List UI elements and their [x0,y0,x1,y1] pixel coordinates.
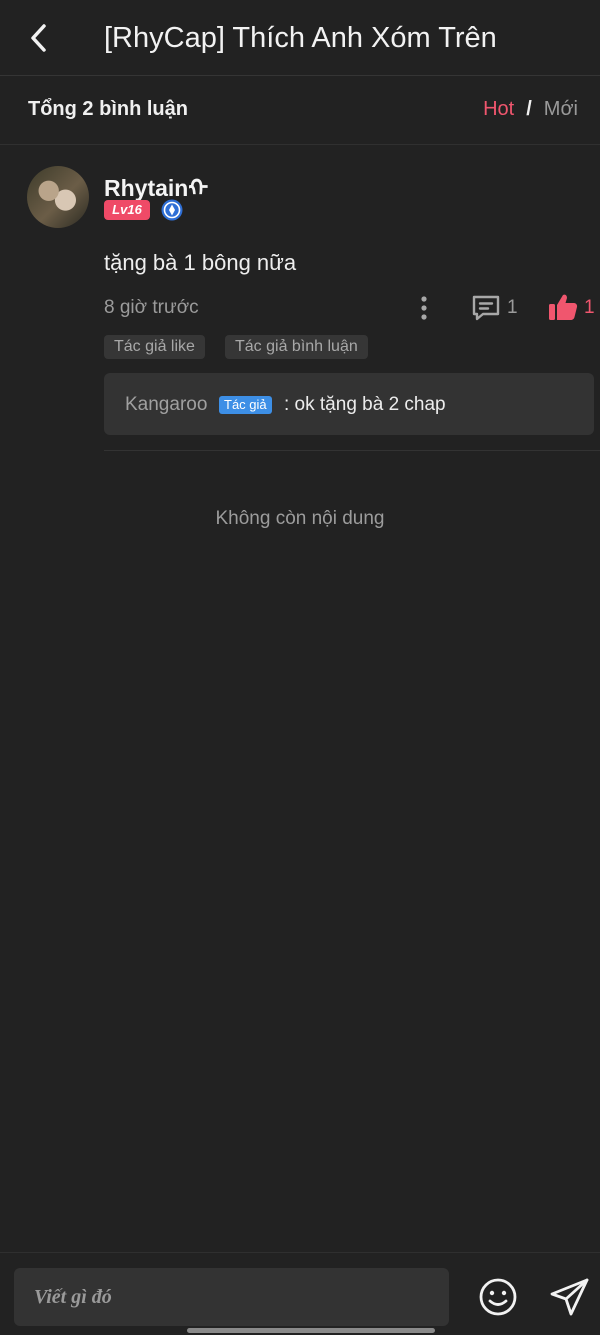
header: [RhyCap] Thích Anh Xóm Trên [0,0,600,76]
author-liked-tag: Tác giả like [104,335,205,359]
reply-preview[interactable]: Kangaroo Tác giả : ok tặng bà 2 chap [104,373,594,435]
sort-new-tab[interactable]: Mới [544,98,578,120]
more-options-icon[interactable] [414,294,434,324]
page-title: [RhyCap] Thích Anh Xóm Trên [104,22,497,54]
reply-icon[interactable] [471,294,501,322]
avatar[interactable] [27,166,89,228]
end-of-list-text: Không còn nội dung [215,508,385,529]
reply-author: Kangaroo [125,394,208,415]
sort-separator: / [526,98,532,120]
author-badge: Tác giả [219,396,272,414]
total-comments: Tổng 2 bình luận [28,98,188,120]
author-replied-tag: Tác giả bình luận [225,335,368,359]
like-count: 1 [584,297,595,318]
thumbs-up-icon[interactable] [547,292,579,322]
comment-input-bar [0,1252,600,1335]
sort-switch: Hot / Mới [483,98,578,121]
emoji-icon[interactable] [478,1277,518,1317]
level-badge: Lv16 [104,200,150,220]
divider [104,450,600,451]
comment-summary-bar: Tổng 2 bình luận Hot / Mới [0,76,600,145]
sort-hot-tab[interactable]: Hot [483,98,514,120]
comment-text: tặng bà 1 bông nữa [104,250,297,275]
comment-input[interactable] [14,1268,449,1326]
send-icon[interactable] [549,1277,591,1317]
reply-count: 1 [507,297,518,318]
chevron-left-icon[interactable] [22,18,58,58]
username[interactable]: Rhytainᡣ [104,162,208,203]
home-indicator [187,1328,435,1333]
comment-time: 8 giờ trước [104,297,199,318]
reply-text: : ok tặng bà 2 chap [284,394,446,415]
verified-badge-icon [161,199,183,221]
